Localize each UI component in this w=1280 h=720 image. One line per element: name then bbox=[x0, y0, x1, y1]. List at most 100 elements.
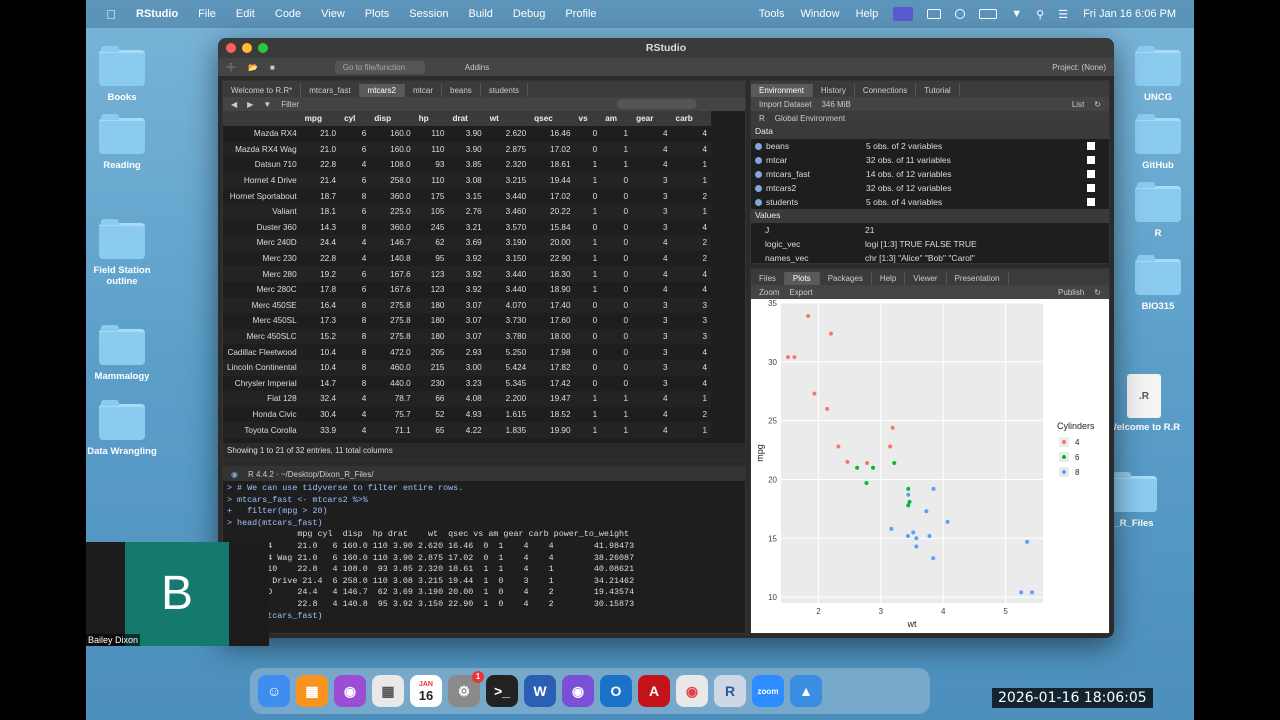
console-output[interactable]: > # We can use tidyverse to filter entir… bbox=[223, 481, 745, 624]
view-data-icon[interactable] bbox=[1087, 184, 1095, 192]
tab-mtcars-fast[interactable]: mtcars_fast bbox=[301, 84, 360, 97]
expand-icon[interactable] bbox=[755, 170, 762, 178]
view-data-icon[interactable] bbox=[1087, 170, 1095, 178]
column-header[interactable]: am bbox=[601, 111, 633, 126]
zoom-window-button[interactable] bbox=[258, 43, 268, 53]
screen-share-icon[interactable] bbox=[893, 7, 914, 21]
save-icon[interactable]: ■ bbox=[270, 63, 275, 72]
desktop-folder-books[interactable]: Books bbox=[86, 46, 167, 103]
refresh-plot-icon[interactable]: ↻ bbox=[1094, 288, 1101, 297]
expand-icon[interactable] bbox=[755, 184, 762, 192]
environment-row[interactable]: mtcars2 32 obs. of 12 variables bbox=[751, 181, 1109, 195]
menu-file[interactable]: File bbox=[188, 8, 226, 20]
control-center-icon[interactable]: ☰ bbox=[1058, 8, 1068, 21]
tab-mtcar[interactable]: mtcar bbox=[405, 84, 442, 97]
forward-icon[interactable]: ▶ bbox=[247, 100, 253, 109]
menu-edit[interactable]: Edit bbox=[226, 8, 265, 20]
list-view-button[interactable]: List bbox=[1072, 100, 1084, 109]
launchpad-icon[interactable]: ▦ bbox=[372, 675, 404, 707]
screen-record-icon[interactable] bbox=[955, 9, 966, 19]
tab-presentation[interactable]: Presentation bbox=[946, 272, 1009, 285]
menu-window[interactable]: Window bbox=[792, 8, 847, 20]
calendar-icon[interactable]: JAN 16 bbox=[410, 675, 442, 707]
tab-connections[interactable]: Connections bbox=[854, 84, 917, 97]
environment-row[interactable]: students 5 obs. of 4 variables bbox=[751, 195, 1109, 209]
expand-icon[interactable] bbox=[755, 156, 762, 164]
filter-button[interactable]: Filter bbox=[281, 100, 299, 109]
column-header[interactable]: carb bbox=[671, 111, 711, 126]
settings-icon[interactable]: ⚙ 1 bbox=[448, 671, 484, 707]
environment-row[interactable]: mtcar 32 obs. of 11 variables bbox=[751, 153, 1109, 167]
column-header[interactable]: wt bbox=[485, 111, 531, 126]
desktop-folder-r[interactable]: R bbox=[1113, 182, 1194, 239]
zoom-icon[interactable]: zoom bbox=[752, 675, 784, 707]
expand-icon[interactable] bbox=[755, 142, 762, 150]
podcasts-icon[interactable]: ◉ bbox=[334, 675, 366, 707]
menu-view[interactable]: View bbox=[311, 8, 355, 20]
filter-icon[interactable]: ▼ bbox=[263, 100, 271, 109]
export-button[interactable]: Export bbox=[789, 288, 812, 297]
table-search-input[interactable] bbox=[617, 99, 697, 109]
menu-profile[interactable]: Profile bbox=[555, 8, 606, 20]
environment-row[interactable]: beans 5 obs. of 2 variables bbox=[751, 139, 1109, 153]
tab-history[interactable]: History bbox=[812, 84, 855, 97]
column-header[interactable]: hp bbox=[414, 111, 449, 126]
new-file-icon[interactable]: ➕ bbox=[226, 63, 236, 72]
column-header[interactable]: vs bbox=[574, 111, 602, 126]
open-file-icon[interactable]: 📂 bbox=[248, 63, 258, 72]
desktop-folder-field-station[interactable]: Field Station outline bbox=[86, 219, 167, 287]
column-header[interactable]: gear bbox=[632, 111, 672, 126]
menu-build[interactable]: Build bbox=[458, 8, 502, 20]
word-icon[interactable]: W bbox=[524, 675, 556, 707]
language-select[interactable]: R bbox=[759, 114, 765, 123]
goto-file-input[interactable]: Go to file/function bbox=[334, 60, 425, 74]
desktop-folder-bio315[interactable]: BIO315 bbox=[1113, 255, 1194, 312]
tab-viewer[interactable]: Viewer bbox=[905, 272, 947, 285]
import-dataset-button[interactable]: Import Dataset bbox=[759, 100, 811, 109]
column-header[interactable]: cyl bbox=[340, 111, 371, 126]
menu-plots[interactable]: Plots bbox=[355, 8, 399, 20]
tab-help[interactable]: Help bbox=[871, 272, 906, 285]
finder-icon[interactable]: ☺ bbox=[258, 675, 290, 707]
minimize-window-button[interactable] bbox=[242, 43, 252, 53]
column-header[interactable]: qsec bbox=[530, 111, 575, 126]
project-menu[interactable]: Project: (None) bbox=[1052, 63, 1106, 72]
tab-plots[interactable]: Plots bbox=[784, 272, 820, 285]
view-data-icon[interactable] bbox=[1087, 142, 1095, 150]
tab-mtcars2[interactable]: mtcars2 bbox=[359, 84, 405, 97]
tab-beans[interactable]: beans bbox=[442, 84, 481, 97]
memory-usage[interactable]: 346 MiB bbox=[821, 100, 850, 109]
environment-row[interactable]: J 21 bbox=[751, 223, 1109, 237]
acrobat-icon[interactable]: A bbox=[638, 675, 670, 707]
keynote-icon[interactable]: ▲ bbox=[790, 675, 822, 707]
books-icon[interactable]: ▦ bbox=[296, 675, 328, 707]
zoom-button[interactable]: Zoom bbox=[759, 288, 779, 297]
battery-icon[interactable] bbox=[979, 9, 998, 19]
expand-icon[interactable] bbox=[755, 198, 762, 206]
view-data-icon[interactable] bbox=[1087, 198, 1095, 206]
tab-environment[interactable]: Environment bbox=[751, 84, 813, 97]
camera-icon[interactable] bbox=[927, 9, 942, 19]
desktop-folder-data-wrangling[interactable]: Data Wrangling bbox=[86, 400, 167, 457]
view-data-icon[interactable] bbox=[1087, 156, 1095, 164]
environment-row[interactable]: logic_vec logi [1:3] TRUE FALSE TRUE bbox=[751, 237, 1109, 251]
tab-files[interactable]: Files bbox=[751, 272, 785, 285]
console-path[interactable]: R 4.4.2 · ~/Desktop/Dixon_R_Files/ bbox=[248, 470, 374, 479]
environment-row[interactable]: names_vec chr [1:3] "Alice" "Bob" "Carol" bbox=[751, 251, 1109, 263]
refresh-icon[interactable]: ↻ bbox=[1094, 100, 1101, 109]
addins-menu[interactable]: Addins bbox=[465, 63, 489, 72]
publish-button[interactable]: Publish bbox=[1058, 288, 1084, 297]
menu-app-name[interactable]: RStudio bbox=[126, 8, 188, 20]
close-window-button[interactable] bbox=[226, 43, 236, 53]
tab-welcome[interactable]: Welcome to R.R* bbox=[223, 84, 302, 97]
back-icon[interactable]: ◀ bbox=[231, 100, 237, 109]
menu-tools[interactable]: Tools bbox=[751, 8, 793, 20]
outlook-icon[interactable]: O bbox=[600, 675, 632, 707]
column-header[interactable]: disp bbox=[370, 111, 415, 126]
terminal-icon[interactable]: >_ bbox=[486, 675, 518, 707]
github-icon[interactable]: ◉ bbox=[562, 675, 594, 707]
desktop-folder-reading[interactable]: Reading bbox=[86, 114, 167, 171]
search-icon[interactable]: ⚲ bbox=[1036, 8, 1044, 21]
menu-session[interactable]: Session bbox=[399, 8, 458, 20]
chrome-icon[interactable]: ◉ bbox=[676, 675, 708, 707]
